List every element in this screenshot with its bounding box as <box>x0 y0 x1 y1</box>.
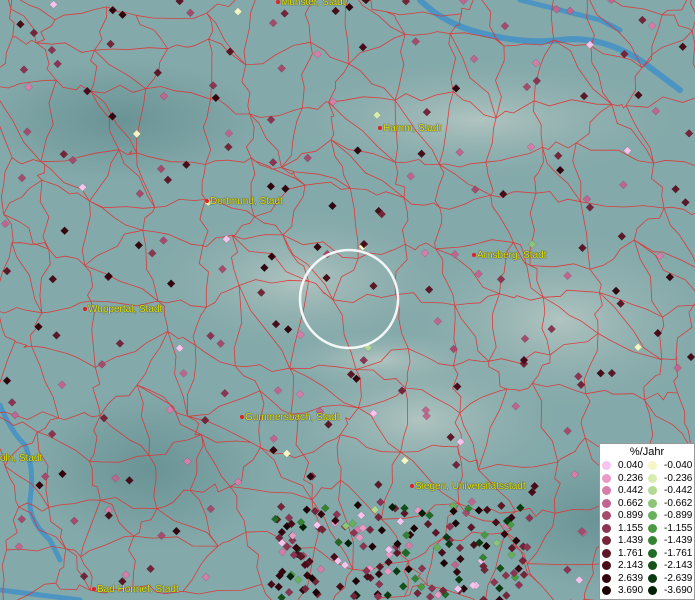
legend-value: -0.442 <box>664 485 693 496</box>
legend-swatch <box>602 561 611 570</box>
city-label-siegen: Siegen, Universitätsstadt <box>410 481 526 492</box>
legend-swatch <box>602 548 611 558</box>
city-label-dortmund: Dortmund, Stadt <box>205 196 283 207</box>
legend-swatch <box>602 511 611 520</box>
legend-swatch <box>648 573 657 583</box>
legend-value: -0.040 <box>664 460 693 471</box>
legend-value: 0.899 <box>618 510 644 521</box>
legend-value: -0.236 <box>664 472 693 484</box>
legend-value: -2.143 <box>664 560 693 571</box>
legend-swatch <box>648 511 657 520</box>
legend-swatch <box>648 536 657 545</box>
legend-value: -1.761 <box>664 547 693 559</box>
city-label-bad-honnef: Bad Honnef, Stadt <box>92 584 179 595</box>
legend-swatch <box>648 548 657 558</box>
city-label-koeln: öln, Stadt <box>0 453 43 464</box>
legend-swatch <box>648 561 657 570</box>
legend-swatch <box>602 523 611 533</box>
legend-swatch <box>602 461 611 470</box>
legend-panel: %/Jahr 0.040 -0.040 0.236 -0.236 0.442 -0.442… <box>599 443 695 600</box>
legend-swatch <box>602 586 611 595</box>
legend-value: -2.639 <box>664 572 693 584</box>
legend-swatch <box>648 486 657 495</box>
map-canvas[interactable] <box>0 0 695 600</box>
city-label-hamm: Hamm, Stadt <box>378 123 441 134</box>
city-label-wuppertal: Wuppertal, Stadt <box>83 304 162 315</box>
legend-swatch <box>648 498 657 508</box>
legend-title: %/Jahr <box>629 446 665 458</box>
legend-value: -3.690 <box>664 585 693 596</box>
legend-value: 0.040 <box>618 460 644 471</box>
legend-value: 1.761 <box>618 547 644 559</box>
legend-value: 2.639 <box>618 572 644 584</box>
legend-swatch <box>602 536 611 545</box>
legend-value: 3.690 <box>618 585 644 596</box>
legend-swatch <box>602 486 611 495</box>
legend-swatch <box>648 461 657 470</box>
legend-swatch <box>602 573 611 583</box>
legend-value: 2.143 <box>618 560 644 571</box>
legend-value: -1.155 <box>664 522 693 534</box>
legend-value: -0.662 <box>664 497 693 509</box>
city-label-muenster: Münster, Stadt <box>276 0 345 8</box>
legend-value: 0.442 <box>618 485 644 496</box>
city-label-gummersbach: Gummersbach, Stadt <box>240 412 339 423</box>
legend-value: -1.439 <box>664 535 693 546</box>
legend-swatch <box>602 498 611 508</box>
legend-swatch <box>602 473 611 483</box>
legend-value: 0.662 <box>618 497 644 509</box>
legend-value: 1.439 <box>618 535 644 546</box>
legend-value: 1.155 <box>618 522 644 534</box>
legend-value: -0.899 <box>664 510 693 521</box>
legend-swatch <box>648 473 657 483</box>
legend-swatch <box>648 586 657 595</box>
legend-swatch <box>648 523 657 533</box>
legend-value: 0.236 <box>618 472 644 484</box>
city-label-arnsberg: Arnsberg, Stadt <box>472 250 546 261</box>
